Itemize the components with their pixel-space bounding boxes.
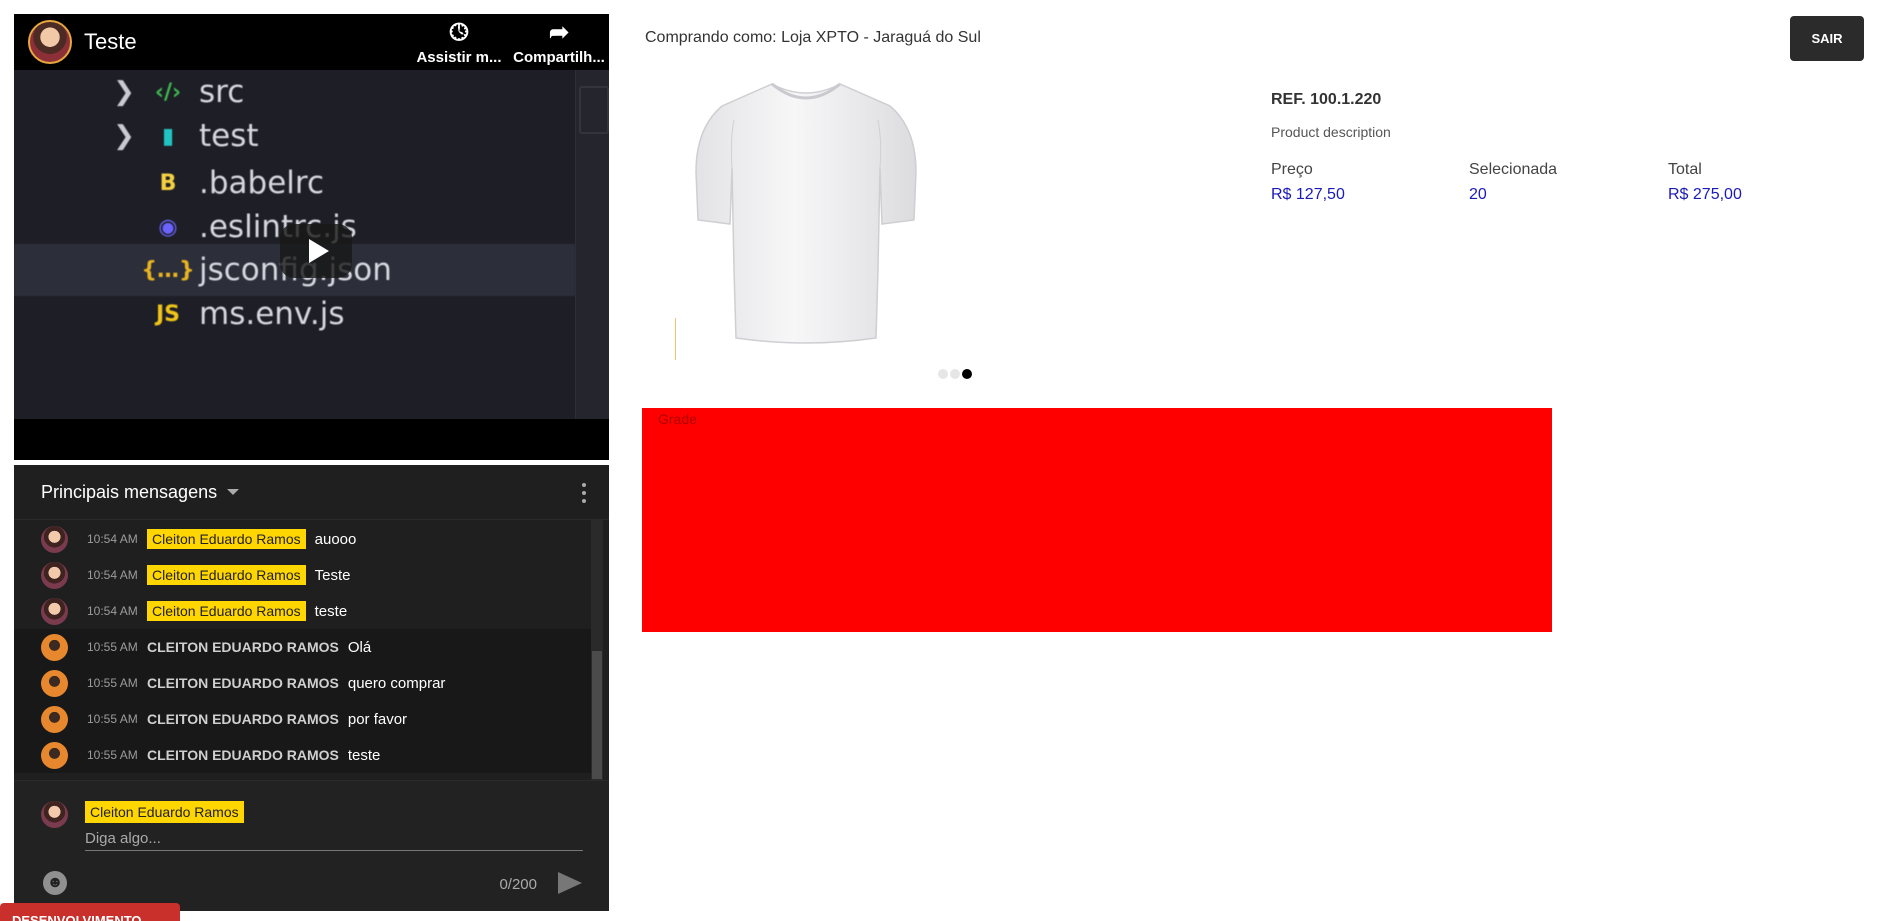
clock-icon: 🕓︎	[449, 18, 469, 46]
chat-message[interactable]: 10:54 AM Cleiton Eduardo Ramos auooo	[14, 521, 591, 557]
chat-messages: 10:54 AM Cleiton Eduardo Ramos auooo 10:54 …	[14, 521, 591, 773]
chat-mode-selector[interactable]: Principais mensagens	[41, 482, 217, 503]
message-author[interactable]: Cleiton Eduardo Ramos	[147, 565, 306, 585]
message-timestamp: 10:54 AM	[87, 532, 138, 546]
avatar[interactable]	[41, 705, 68, 733]
video-top-bar: Teste 🕓︎ Assistir m... ➦ Compartilh...	[14, 14, 609, 70]
avatar[interactable]	[41, 741, 68, 769]
price-label: Preço	[1271, 161, 1313, 178]
message-author[interactable]: CLEITON EDUARDO RAMOS	[147, 639, 339, 655]
selected-label: Selecionada	[1469, 161, 1558, 178]
chat-message-input[interactable]	[85, 827, 583, 851]
selected-column: Selecionada 20	[1469, 161, 1557, 204]
message-timestamp: 10:54 AM	[87, 568, 138, 582]
message-timestamp: 10:55 AM	[87, 676, 138, 690]
image-crop-marker	[675, 318, 676, 360]
avatar[interactable]	[41, 561, 68, 589]
price-value: R$ 127,50	[1271, 186, 1345, 203]
folder-src-icon: ‹/›	[154, 79, 182, 105]
eslint-icon: ◉	[158, 214, 178, 240]
share-label: Compartilh...	[513, 48, 605, 66]
message-text: Olá	[347, 638, 372, 656]
message-text: por favor	[347, 710, 408, 728]
selected-value: 20	[1469, 186, 1487, 203]
chevron-right-icon: ❯	[113, 121, 135, 151]
total-column: Total R$ 275,00	[1668, 161, 1742, 204]
total-value: R$ 275,00	[1668, 186, 1742, 203]
message-text: auooo	[314, 530, 357, 548]
product-ref: REF. 100.1.220	[1271, 91, 1382, 108]
total-label: Total	[1668, 161, 1702, 178]
chat-scrollbar-thumb[interactable]	[592, 651, 602, 779]
message-timestamp: 10:55 AM	[87, 640, 138, 654]
file-tree-label: ms.env.js	[199, 296, 345, 332]
grade-label: Grade	[658, 411, 697, 427]
folder-test-icon: ▮	[161, 123, 175, 149]
file-tree-label: src	[199, 74, 245, 110]
share-icon: ➦	[548, 18, 570, 46]
avatar[interactable]	[41, 633, 68, 661]
chat-message[interactable]: 10:55 AM CLEITON EDUARDO RAMOS quero compr…	[14, 665, 591, 701]
watch-later-button[interactable]: 🕓︎ Assistir m...	[409, 19, 509, 66]
message-timestamp: 10:55 AM	[87, 712, 138, 726]
message-author[interactable]: CLEITON EDUARDO RAMOS	[147, 675, 339, 691]
buyer-label: Comprando como: Loja XPTO - Jaraguá do S…	[645, 29, 981, 46]
message-author[interactable]: CLEITON EDUARDO RAMOS	[147, 747, 339, 763]
message-timestamp: 10:55 AM	[87, 748, 138, 762]
logout-button[interactable]: SAIR	[1790, 16, 1864, 61]
video-title[interactable]: Teste	[84, 29, 409, 55]
chat-message[interactable]: 10:55 AM CLEITON EDUARDO RAMOS Olá	[14, 629, 591, 665]
grade-panel[interactable]: Grade	[642, 408, 1552, 632]
babel-icon: B	[159, 170, 177, 196]
char-count: 0/200	[499, 876, 537, 893]
emoji-icon[interactable]: ☻	[43, 871, 67, 895]
message-author[interactable]: CLEITON EDUARDO RAMOS	[147, 711, 339, 727]
send-icon[interactable]	[556, 870, 584, 896]
frame-scrollbar	[575, 70, 609, 419]
more-vert-icon[interactable]	[581, 483, 587, 503]
play-icon	[308, 239, 329, 263]
chat-message[interactable]: 10:54 AM Cleiton Eduardo Ramos Teste	[14, 557, 591, 593]
input-author-badge: Cleiton Eduardo Ramos	[85, 801, 244, 823]
avatar[interactable]	[41, 525, 68, 553]
message-timestamp: 10:54 AM	[87, 604, 138, 618]
chat-message[interactable]: 10:55 AM CLEITON EDUARDO RAMOS teste	[14, 737, 591, 773]
environment-badge: DESENVOLVIMENTO	[0, 903, 180, 921]
file-tree-row: JS ms.env.js	[14, 288, 575, 340]
file-tree-row: ❯ ▮ test	[14, 110, 575, 162]
carousel-dot[interactable]	[950, 369, 960, 379]
chevron-down-icon[interactable]	[227, 489, 240, 495]
message-author[interactable]: Cleiton Eduardo Ramos	[147, 601, 306, 621]
input-avatar	[41, 801, 68, 828]
chat-header: Principais mensagens	[14, 465, 609, 520]
video-player[interactable]: Teste 🕓︎ Assistir m... ➦ Compartilh... ❯…	[14, 14, 609, 460]
message-text: teste	[347, 746, 381, 764]
share-button[interactable]: ➦ Compartilh...	[509, 19, 609, 66]
avatar[interactable]	[41, 669, 68, 697]
file-tree-label: test	[199, 118, 259, 154]
js-icon: JS	[155, 301, 181, 327]
watch-later-label: Assistir m...	[416, 48, 502, 66]
channel-avatar[interactable]	[28, 20, 72, 64]
avatar[interactable]	[41, 597, 68, 625]
chat-message[interactable]: 10:55 AM CLEITON EDUARDO RAMOS por favor	[14, 701, 591, 737]
carousel-dot[interactable]	[938, 369, 948, 379]
file-tree-label: .babelrc	[199, 165, 324, 201]
carousel-dot[interactable]	[962, 369, 972, 379]
chevron-right-icon: ❯	[113, 77, 135, 107]
live-chat: Principais mensagens 10:54 AM Cleiton Edu…	[14, 465, 609, 911]
price-column: Preço R$ 127,50	[1271, 161, 1345, 204]
product-description: Product description	[1271, 124, 1391, 140]
json-icon: {…}	[141, 257, 195, 283]
message-author[interactable]: Cleiton Eduardo Ramos	[147, 529, 306, 549]
message-text: quero comprar	[347, 674, 446, 692]
message-text: Teste	[314, 566, 351, 584]
message-text: teste	[314, 602, 348, 620]
carousel-dots	[938, 369, 972, 379]
product-image[interactable]	[676, 80, 936, 350]
chat-input-area: Cleiton Eduardo Ramos ☻ 0/200	[14, 780, 609, 911]
play-button[interactable]	[280, 224, 352, 278]
chat-message[interactable]: 10:54 AM Cleiton Eduardo Ramos teste	[14, 593, 591, 629]
